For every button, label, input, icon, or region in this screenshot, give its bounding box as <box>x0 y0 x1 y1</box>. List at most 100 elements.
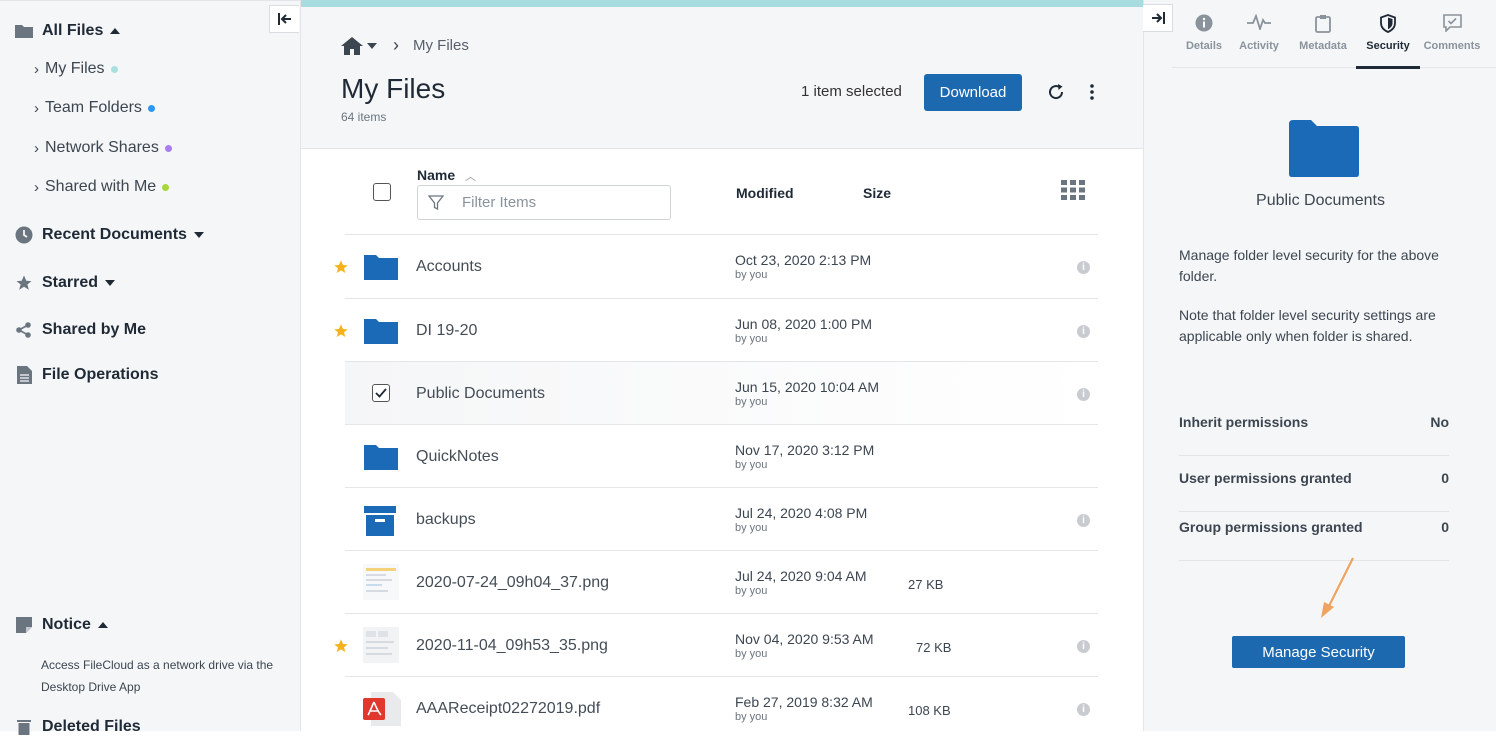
nav-shared-by-me[interactable]: Shared by Me <box>14 320 146 340</box>
nav-notice-label: Notice <box>42 616 91 633</box>
caret-down-icon <box>193 232 204 238</box>
select-all-checkbox[interactable] <box>373 183 391 201</box>
permission-value: 0 <box>1441 470 1449 486</box>
selected-folder-name: Public Documents <box>1256 192 1385 209</box>
table-row[interactable]: 2020-07-24_09h04_37.png Jul 24, 2020 9:0… <box>345 550 1098 613</box>
tab-metadata[interactable]: Metadata <box>1291 0 1355 68</box>
table-row[interactable]: Public Documents Jun 15, 2020 10:04 AM b… <box>345 361 1098 424</box>
image-thumbnail-icon <box>363 627 399 663</box>
file-name[interactable]: AAAReceipt02272019.pdf <box>416 700 600 718</box>
status-dot <box>110 65 118 73</box>
nav-file-operations[interactable]: File Operations <box>14 365 158 385</box>
status-dot <box>162 183 170 191</box>
info-icon[interactable]: i <box>1077 261 1090 274</box>
collapse-panel-button[interactable] <box>1143 4 1173 32</box>
more-options-icon[interactable] <box>1089 83 1095 106</box>
info-icon[interactable]: i <box>1077 325 1090 338</box>
table-row[interactable]: backups Jul 24, 2020 4:08 PM by you i <box>345 487 1098 550</box>
caret-up-icon <box>97 622 108 628</box>
nav-starred[interactable]: Starred <box>14 273 116 293</box>
info-icon[interactable]: i <box>1077 640 1090 653</box>
file-name[interactable]: DI 19-20 <box>416 322 477 340</box>
chevron-right-icon: › <box>34 139 39 157</box>
info-circle-icon <box>1195 14 1213 32</box>
nav-shared-by-me-label: Shared by Me <box>42 321 147 338</box>
permission-row: User permissions granted 0 <box>1179 456 1449 512</box>
nav-recent-documents[interactable]: Recent Documents <box>14 225 204 245</box>
status-dot <box>147 104 155 112</box>
table-row[interactable]: Accounts Oct 23, 2020 2:13 PM by you i <box>334 234 1098 297</box>
nav-deleted-files[interactable]: Deleted Files <box>14 717 141 737</box>
file-name[interactable]: Accounts <box>416 258 482 276</box>
row-checkbox[interactable] <box>372 384 390 402</box>
info-icon[interactable]: i <box>1077 388 1090 401</box>
file-name[interactable]: QuickNotes <box>416 448 499 466</box>
nav-notice[interactable]: Notice <box>14 615 108 635</box>
info-icon[interactable]: i <box>1077 703 1090 716</box>
collapse-right-icon <box>1151 12 1165 24</box>
collapse-left-icon <box>277 13 291 25</box>
pdf-file-icon <box>363 692 401 726</box>
modified-date: Jun 15, 2020 10:04 AM <box>735 379 879 395</box>
nav-network-shares-label: Network Shares <box>45 139 159 156</box>
column-size[interactable]: Size <box>863 185 891 201</box>
nav-shared-with-me[interactable]: › Shared with Me <box>34 178 170 196</box>
star-icon[interactable] <box>333 323 349 339</box>
star-icon <box>14 273 34 293</box>
download-button[interactable]: Download <box>924 74 1022 111</box>
nav-all-files[interactable]: All Files <box>14 21 121 41</box>
collapse-sidebar-button[interactable] <box>269 5 299 33</box>
image-thumbnail-icon <box>363 564 399 600</box>
table-row[interactable]: AAAReceipt02272019.pdf Feb 27, 2019 8:32… <box>345 676 1098 739</box>
panel-tabs: Details Activity Metadata Security Comme… <box>1172 0 1496 69</box>
file-name[interactable]: 2020-11-04_09h53_35.png <box>416 637 608 655</box>
permission-row: Inherit permissions No <box>1179 400 1449 456</box>
file-name[interactable]: 2020-07-24_09h04_37.png <box>416 574 609 592</box>
modified-by: by you <box>735 522 768 534</box>
nav-file-operations-label: File Operations <box>42 366 159 383</box>
tab-activity[interactable]: Activity <box>1227 0 1291 68</box>
clipboard-icon <box>1315 15 1331 33</box>
refresh-icon[interactable] <box>1047 83 1065 106</box>
table-row[interactable]: 2020-11-04_09h53_35.png Nov 04, 2020 9:5… <box>334 613 1098 676</box>
info-icon[interactable]: i <box>1077 514 1090 527</box>
annotation-arrow-icon <box>1321 557 1354 618</box>
star-icon[interactable] <box>333 638 349 654</box>
nav-my-files[interactable]: › My Files <box>34 60 118 78</box>
modified-by: by you <box>735 269 768 281</box>
nav-shared-with-me-label: Shared with Me <box>45 178 157 195</box>
nav-my-files-label: My Files <box>45 60 105 77</box>
folder-icon <box>364 255 398 280</box>
filter-input[interactable] <box>460 193 660 212</box>
clock-icon <box>14 225 34 245</box>
nav-network-shares[interactable]: › Network Shares <box>34 139 172 157</box>
comment-icon <box>1442 14 1462 32</box>
file-size: 72 KB <box>916 640 952 655</box>
modified-date: Nov 04, 2020 9:53 AM <box>735 631 874 647</box>
nav-team-folders[interactable]: › Team Folders <box>34 99 155 117</box>
column-name[interactable]: Name ︿ <box>417 167 476 184</box>
filter-icon <box>428 194 444 210</box>
tab-comments-label: Comments <box>1423 40 1481 52</box>
breadcrumb-my-files[interactable]: My Files <box>413 37 469 54</box>
modified-by: by you <box>735 585 768 597</box>
tab-comments[interactable]: Comments <box>1420 0 1484 68</box>
home-icon[interactable] <box>341 36 377 55</box>
grid-view-icon[interactable] <box>1061 180 1085 205</box>
manage-security-button[interactable]: Manage Security <box>1232 636 1405 668</box>
sort-up-icon: ︿ <box>465 171 477 183</box>
column-modified[interactable]: Modified <box>736 185 794 201</box>
table-row[interactable]: QuickNotes Nov 17, 2020 3:12 PM by you <box>345 424 1098 487</box>
chevron-right-icon: › <box>393 35 399 55</box>
note-icon <box>14 615 34 635</box>
chevron-right-icon: › <box>34 99 39 117</box>
file-name[interactable]: Public Documents <box>416 385 545 403</box>
details-panel: Details Activity Metadata Security Comme… <box>1143 0 1496 731</box>
file-name[interactable]: backups <box>416 511 476 529</box>
modified-by: by you <box>735 333 768 345</box>
selection-count: 1 item selected <box>801 83 902 100</box>
modified-date: Feb 27, 2019 8:32 AM <box>735 694 873 710</box>
table-row[interactable]: DI 19-20 Jun 08, 2020 1:00 PM by you i <box>334 298 1098 361</box>
star-icon[interactable] <box>333 259 349 275</box>
tab-security[interactable]: Security <box>1356 0 1420 69</box>
